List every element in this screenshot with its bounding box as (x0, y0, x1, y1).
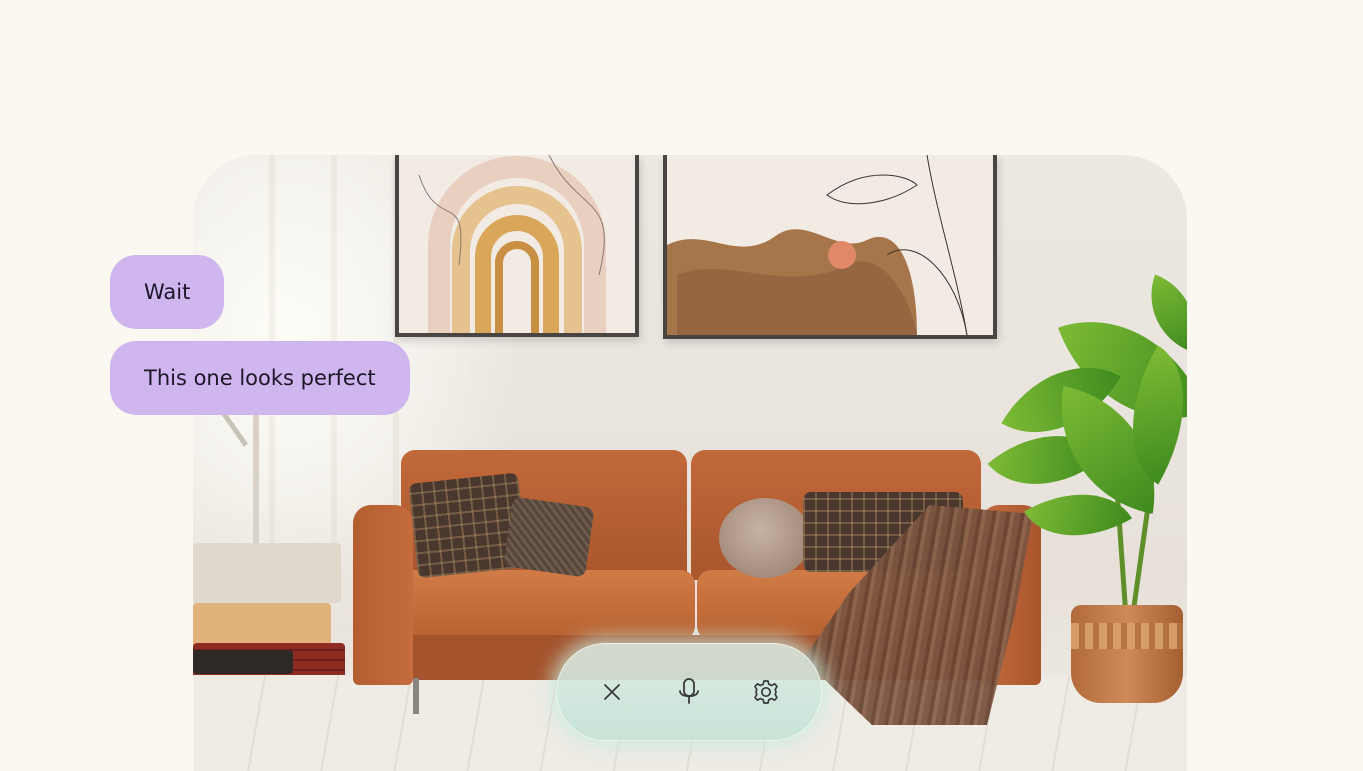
suitcase-top (193, 543, 341, 603)
message-bubble: This one looks perfect (110, 341, 410, 415)
settings-icon (753, 680, 778, 704)
plant-pot-band (1071, 623, 1183, 649)
pillow-knit (503, 496, 595, 578)
voice-control-bar (556, 643, 822, 741)
microphone-button[interactable] (662, 665, 716, 719)
close-button[interactable] (585, 665, 639, 719)
settings-button[interactable] (739, 665, 793, 719)
message-text: This one looks perfect (144, 366, 376, 390)
wall-art-abstract (663, 155, 997, 339)
wall-art-rainbow (395, 155, 639, 337)
close-icon (604, 684, 621, 700)
message-bubble: Wait (110, 255, 225, 329)
message-text: Wait (144, 280, 191, 304)
microphone-icon (679, 678, 699, 704)
floor-lamp (253, 415, 259, 545)
plant-pot (1071, 605, 1183, 703)
side-table (193, 650, 293, 674)
pillow-round (719, 498, 811, 578)
